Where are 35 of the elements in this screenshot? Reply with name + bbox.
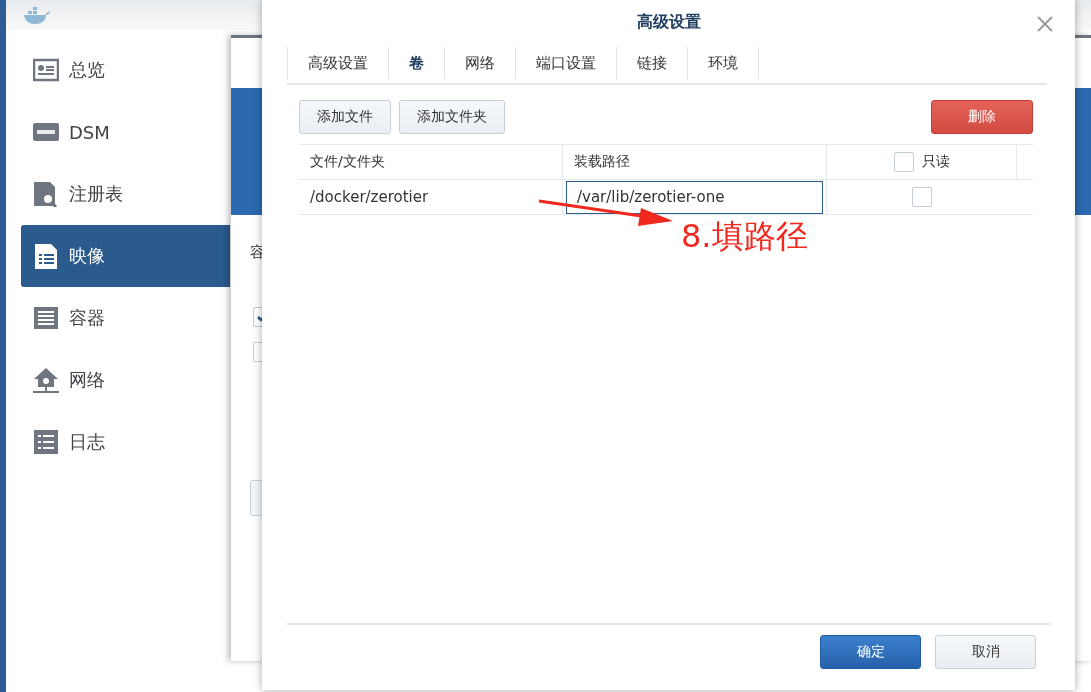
- add-button[interactable]: 添加文件夹: [399, 100, 505, 134]
- sidebar-item[interactable]: 日志: [21, 411, 230, 473]
- sidebar-item[interactable]: 映像: [21, 225, 230, 287]
- column-label: 只读: [921, 153, 950, 171]
- dialog-title: 高级设置: [636, 12, 701, 33]
- column-header: 装载路径: [563, 145, 827, 179]
- input-field[interactable]: /var/lib/zerotier-one: [566, 180, 823, 214]
- cancel-button[interactable]: 取消: [935, 635, 1036, 669]
- column-header: 文件/文件夹: [299, 145, 563, 179]
- tab[interactable]: 卷: [389, 47, 445, 79]
- sidebar-item[interactable]: 容器: [21, 287, 230, 349]
- close-button[interactable]: [1037, 16, 1053, 32]
- table-cell: /docker/zerotier: [299, 180, 563, 214]
- whale-icon: [22, 5, 50, 25]
- delete-button[interactable]: 删除: [931, 100, 1033, 134]
- cabinet-icon: [33, 305, 59, 331]
- document-list-icon: [33, 243, 59, 269]
- checkbox[interactable]: [912, 187, 932, 207]
- house-icon: [33, 367, 59, 393]
- tab[interactable]: 链接: [617, 47, 688, 79]
- document-search-icon: [33, 181, 59, 207]
- sidebar-item[interactable]: 总览: [21, 39, 230, 101]
- checkbox[interactable]: [893, 152, 914, 172]
- tab[interactable]: 端口设置: [516, 47, 617, 79]
- tab[interactable]: 高级设置: [287, 47, 389, 79]
- sidebar-item[interactable]: DSM: [21, 101, 230, 163]
- tab[interactable]: 环境: [688, 47, 759, 79]
- add-button[interactable]: 添加文件: [299, 100, 391, 134]
- tab[interactable]: 网络: [445, 47, 516, 79]
- sidebar-item[interactable]: 网络: [21, 349, 230, 411]
- list-icon: [33, 429, 59, 455]
- id-card-icon: [33, 57, 59, 83]
- ok-button[interactable]: 确定: [820, 635, 921, 669]
- annotation-text: 8.填路径: [681, 216, 808, 257]
- sidebar-item[interactable]: 注册表: [21, 163, 230, 225]
